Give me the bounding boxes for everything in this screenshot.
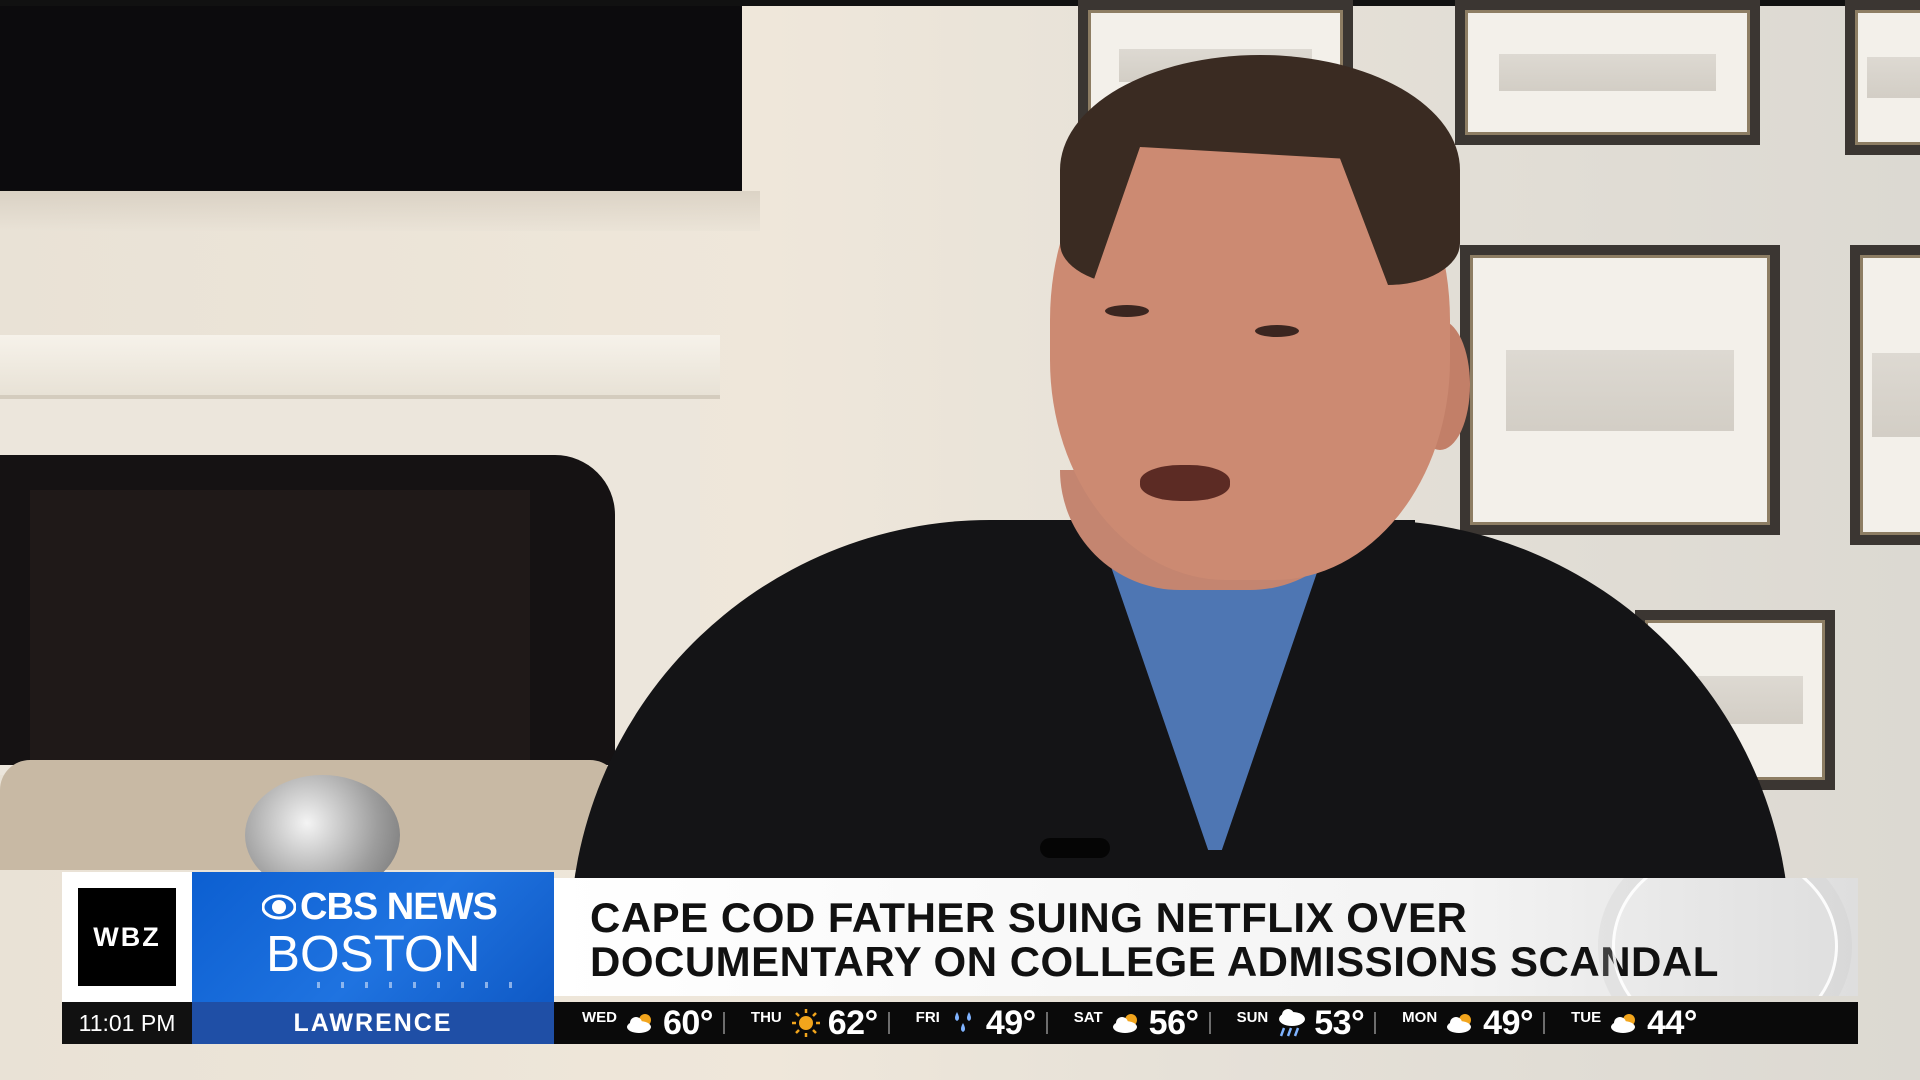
wbz-logo-text: WBZ [78,888,176,986]
forecast-day: WED 60° [554,1002,723,1044]
cbs-eye-icon [262,894,296,920]
partly-cloudy-icon [1607,1009,1643,1037]
forecast-day: TUE 44° [1543,1002,1707,1044]
forecast-day: THU 62° [722,1002,888,1044]
cbs-news-boston-brand: CBS NEWS BOSTON [192,872,554,1002]
partly-cloudy-icon [1109,1009,1145,1037]
wbz-logo: WBZ [62,872,192,1002]
brand-cbs-news: CBS NEWS [300,886,498,928]
framed-picture [1850,245,1920,545]
headline-line-2: DOCUMENTARY ON COLLEGE ADMISSIONS SCANDA… [590,938,1719,985]
forecast-day-name: FRI [915,1008,940,1026]
weather-forecast-strip: WED 60° THU 62° FRI 49° SAT 56° SUN 53° … [554,1002,1858,1044]
forecast-day: SAT 56° [1045,1002,1209,1044]
showers-icon [1274,1009,1310,1037]
partly-cloudy-icon [1443,1009,1479,1037]
forecast-day-name: MON [1402,1008,1438,1026]
headline: CAPE COD FATHER SUING NETFLIX OVER DOCUM… [590,896,1719,984]
location-label: LAWRENCE [192,1002,554,1044]
wall-television [0,6,742,191]
person-eye [1255,325,1299,337]
headline-line-1: CAPE COD FATHER SUING NETFLIX OVER [590,894,1468,941]
forecast-temp: 49° [985,1003,1036,1042]
forecast-day: MON 49° [1374,1002,1543,1044]
forecast-temp: 60° [663,1003,713,1042]
forecast-day-name: THU [750,1008,782,1026]
forecast-day: FRI 49° [887,1002,1046,1044]
forecast-day-name: SAT [1073,1008,1103,1026]
forecast-temp: 53° [1314,1003,1365,1042]
person-eye [1105,305,1149,317]
rain-icon [946,1009,982,1037]
clock-time: 11:01 PM [62,1002,192,1044]
forecast-day-name: WED [582,1008,617,1026]
partly-cloudy-icon [623,1009,659,1037]
headline-panel: CAPE COD FATHER SUING NETFLIX OVER DOCUM… [554,878,1858,996]
sunny-icon [788,1009,824,1037]
fireplace-mantel [0,335,720,399]
tv-shadow [0,191,760,231]
forecast-temp: 49° [1483,1003,1534,1042]
person-mouth [1140,465,1230,501]
info-ticker: 11:01 PM LAWRENCE WED 60° THU 62° FRI 49… [62,1002,1858,1044]
fireplace-screen [30,490,530,760]
forecast-temp: 62° [827,1003,878,1042]
video-frame: WBZ CBS NEWS BOSTON CAPE COD FATHER SUIN… [0,0,1920,1080]
forecast-temp: 44° [1647,1003,1698,1042]
lavalier-mic [1040,838,1110,858]
framed-picture [1460,245,1780,535]
forecast-day: SUN 53° [1208,1002,1375,1044]
framed-picture [1845,0,1920,155]
brand-boston: BOSTON [266,925,481,982]
news-lower-third: WBZ CBS NEWS BOSTON CAPE COD FATHER SUIN… [62,872,1858,1047]
brand-decoration [317,982,527,988]
forecast-day-name: TUE [1571,1008,1602,1026]
forecast-temp: 56° [1148,1003,1199,1042]
forecast-day-name: SUN [1236,1008,1269,1026]
framed-picture [1455,0,1760,145]
